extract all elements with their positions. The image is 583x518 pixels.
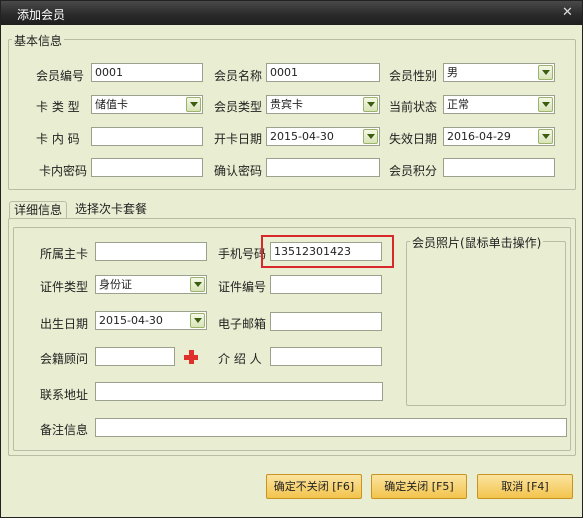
- chevron-down-icon[interactable]: [363, 97, 378, 112]
- birth-date-picker[interactable]: 2015-04-30: [95, 311, 207, 330]
- status-label: 当前状态: [389, 100, 438, 114]
- card-type-select[interactable]: 储值卡: [91, 95, 203, 114]
- card-type-label: 卡 类 型: [36, 100, 80, 114]
- id-type-select[interactable]: 身份证: [95, 275, 207, 294]
- status-select[interactable]: 正常: [443, 95, 555, 114]
- address-field[interactable]: [95, 382, 383, 401]
- birth-date-label: 出生日期: [40, 317, 89, 331]
- card-type-value: 储值卡: [95, 98, 128, 111]
- close-icon[interactable]: ✕: [559, 4, 576, 21]
- add-member-dialog: 添加会员 ✕ 基本信息 会员编号 0001 会员名称 0001 会员性别 男 卡…: [0, 0, 583, 518]
- remark-field[interactable]: [95, 418, 567, 437]
- id-type-label: 证件类型: [40, 280, 89, 294]
- member-type-value: 贵宾卡: [270, 98, 303, 111]
- advisor-label: 会籍顾问: [40, 352, 89, 366]
- chevron-down-icon[interactable]: [538, 129, 553, 144]
- card-code-field[interactable]: [91, 127, 203, 146]
- card-code-label: 卡 内 码: [36, 132, 80, 146]
- tab-package[interactable]: 选择次卡套餐: [71, 201, 151, 219]
- email-field[interactable]: [270, 312, 382, 331]
- basic-info-title: 基本信息: [12, 32, 65, 49]
- member-no-label: 会员编号: [36, 69, 85, 83]
- chevron-down-icon[interactable]: [538, 97, 553, 112]
- main-card-label: 所属主卡: [40, 247, 89, 261]
- id-no-label: 证件编号: [218, 280, 267, 294]
- phone-label: 手机号码: [218, 247, 267, 261]
- advisor-field[interactable]: [95, 347, 175, 366]
- open-date-label: 开卡日期: [214, 132, 263, 146]
- expire-date-value: 2016-04-29: [447, 130, 511, 143]
- birth-date-value: 2015-04-30: [99, 314, 163, 327]
- id-type-value: 身份证: [99, 278, 132, 291]
- member-type-select[interactable]: 贵宾卡: [266, 95, 380, 114]
- member-photo-title: 会员照片(鼠标单击操作): [410, 234, 544, 251]
- member-name-label: 会员名称: [214, 69, 263, 83]
- address-label: 联系地址: [40, 388, 89, 402]
- member-type-label: 会员类型: [214, 100, 263, 114]
- confirm-close-button[interactable]: 确定关闭 [F5]: [371, 474, 467, 499]
- confirm-password-label: 确认密码: [214, 164, 263, 178]
- expire-date-label: 失效日期: [389, 132, 438, 146]
- email-label: 电子邮箱: [218, 317, 267, 331]
- cancel-button[interactable]: 取消 [F4]: [477, 474, 573, 499]
- points-label: 会员积分: [389, 164, 438, 178]
- title-bar[interactable]: 添加会员 ✕: [1, 1, 582, 25]
- gender-label: 会员性别: [389, 69, 438, 83]
- chevron-down-icon[interactable]: [186, 97, 201, 112]
- chevron-down-icon[interactable]: [538, 65, 553, 80]
- gender-select[interactable]: 男: [443, 63, 555, 82]
- points-field[interactable]: [443, 158, 555, 177]
- main-card-field[interactable]: [95, 242, 207, 261]
- add-icon[interactable]: [183, 349, 199, 365]
- member-name-field[interactable]: 0001: [266, 63, 380, 82]
- status-value: 正常: [447, 98, 469, 111]
- open-date-picker[interactable]: 2015-04-30: [266, 127, 380, 146]
- chevron-down-icon[interactable]: [190, 277, 205, 292]
- member-no-field[interactable]: 0001: [91, 63, 203, 82]
- id-no-field[interactable]: [270, 275, 382, 294]
- card-password-label: 卡内密码: [39, 164, 88, 178]
- confirm-keep-open-button[interactable]: 确定不关闭 [F6]: [266, 474, 362, 499]
- phone-highlight-box: [261, 235, 394, 268]
- member-photo-box[interactable]: [406, 241, 566, 406]
- expire-date-picker[interactable]: 2016-04-29: [443, 127, 555, 146]
- referrer-label: 介 绍 人: [218, 352, 262, 366]
- referrer-field[interactable]: [270, 347, 382, 366]
- chevron-down-icon[interactable]: [190, 313, 205, 328]
- open-date-value: 2015-04-30: [270, 130, 334, 143]
- gender-value: 男: [447, 66, 458, 79]
- tab-details[interactable]: 详细信息: [9, 201, 68, 219]
- chevron-down-icon[interactable]: [363, 129, 378, 144]
- window-title: 添加会员: [17, 8, 66, 22]
- remark-label: 备注信息: [40, 423, 89, 437]
- confirm-password-field[interactable]: [266, 158, 380, 177]
- card-password-field[interactable]: [91, 158, 203, 177]
